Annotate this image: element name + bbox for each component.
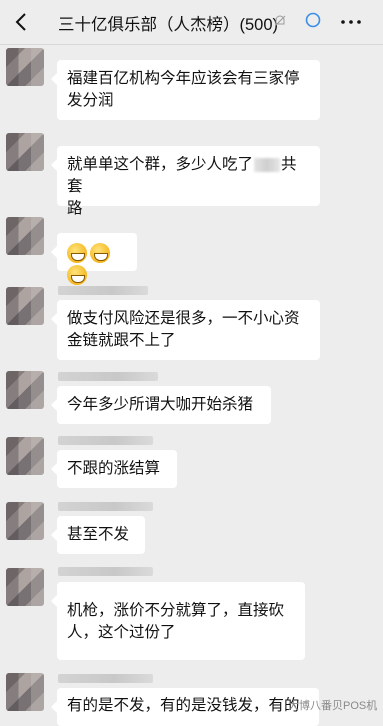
avatar[interactable]: [6, 287, 44, 325]
avatar[interactable]: [6, 371, 44, 409]
sender-name-redacted: [58, 436, 153, 445]
sender-name-redacted: [58, 567, 153, 576]
message-bubble[interactable]: 今年多少所谓大咖开始杀猪: [51, 386, 271, 424]
ellipsis-icon: [341, 20, 361, 24]
message-text: 做支付风险还是很多，一不小心资: [67, 310, 300, 327]
message-text: 就单单这个群，多少人吃了 共套: [67, 154, 310, 198]
avatar[interactable]: [6, 217, 44, 255]
sender-name-redacted: [58, 372, 158, 381]
grin-emoji-icon: [67, 264, 87, 285]
avatar[interactable]: [6, 133, 44, 171]
message-text: 路: [67, 200, 83, 217]
message-text: 发分润: [67, 92, 114, 109]
sender-name-redacted: [58, 286, 148, 295]
watermark: 大博八番贝POS机: [288, 700, 378, 712]
chat-header: 三十亿俱乐部（人杰榜）(500): [0, 0, 383, 45]
message-bubble[interactable]: 有的是不发，有的是没钱发，有的: [51, 688, 319, 726]
message-text: 人，这个过份了: [67, 624, 176, 641]
avatar[interactable]: [6, 568, 44, 606]
message-text: 福建百亿机构今年应该会有三家停: [67, 70, 300, 87]
avatar[interactable]: [6, 502, 44, 540]
message-bubble[interactable]: [51, 233, 137, 285]
bell-muted-icon: [273, 14, 287, 28]
message-text: 甚至不发: [67, 526, 130, 543]
message-text: 不跟的涨结算: [67, 460, 161, 477]
message-bubble[interactable]: 甚至不发: [51, 516, 145, 554]
avatar[interactable]: [6, 48, 44, 86]
sender-name-redacted: [58, 502, 153, 511]
group-title: 三十亿俱乐部（人杰榜）(500): [58, 16, 279, 34]
grin-emoji-icon: [90, 242, 110, 263]
redacted-text: [254, 157, 281, 172]
message-text: 今年多少所谓大咖开始杀猪: [67, 396, 254, 413]
message-text-part: 就单单这个群，多少人吃了: [67, 156, 254, 173]
grin-emoji-icon: [67, 242, 87, 263]
message-bubble[interactable]: 机枪，涨价不分就算了，直接砍 人，这个过份了: [51, 582, 305, 660]
message-bubble[interactable]: 就单单这个群，多少人吃了 共套 路: [51, 146, 320, 217]
more-button[interactable]: [339, 13, 363, 31]
message-bubble[interactable]: 做支付风险还是很多，一不小心资 金链就跟不上了: [51, 300, 320, 360]
chevron-left-icon: [15, 13, 26, 31]
message-text: 金链就跟不上了: [67, 332, 176, 349]
sender-name-redacted: [58, 674, 153, 683]
message-bubble[interactable]: 福建百亿机构今年应该会有三家停 发分润: [51, 60, 320, 120]
avatar[interactable]: [6, 437, 44, 475]
message-text: 机枪，涨价不分就算了，直接砍: [67, 602, 285, 619]
avatar[interactable]: [6, 673, 44, 711]
circle-icon[interactable]: [305, 12, 321, 28]
message-bubble[interactable]: 不跟的涨结算: [51, 450, 177, 488]
message-text: 有的是不发，有的是没钱发，有的: [67, 697, 300, 714]
back-button[interactable]: [10, 9, 32, 35]
